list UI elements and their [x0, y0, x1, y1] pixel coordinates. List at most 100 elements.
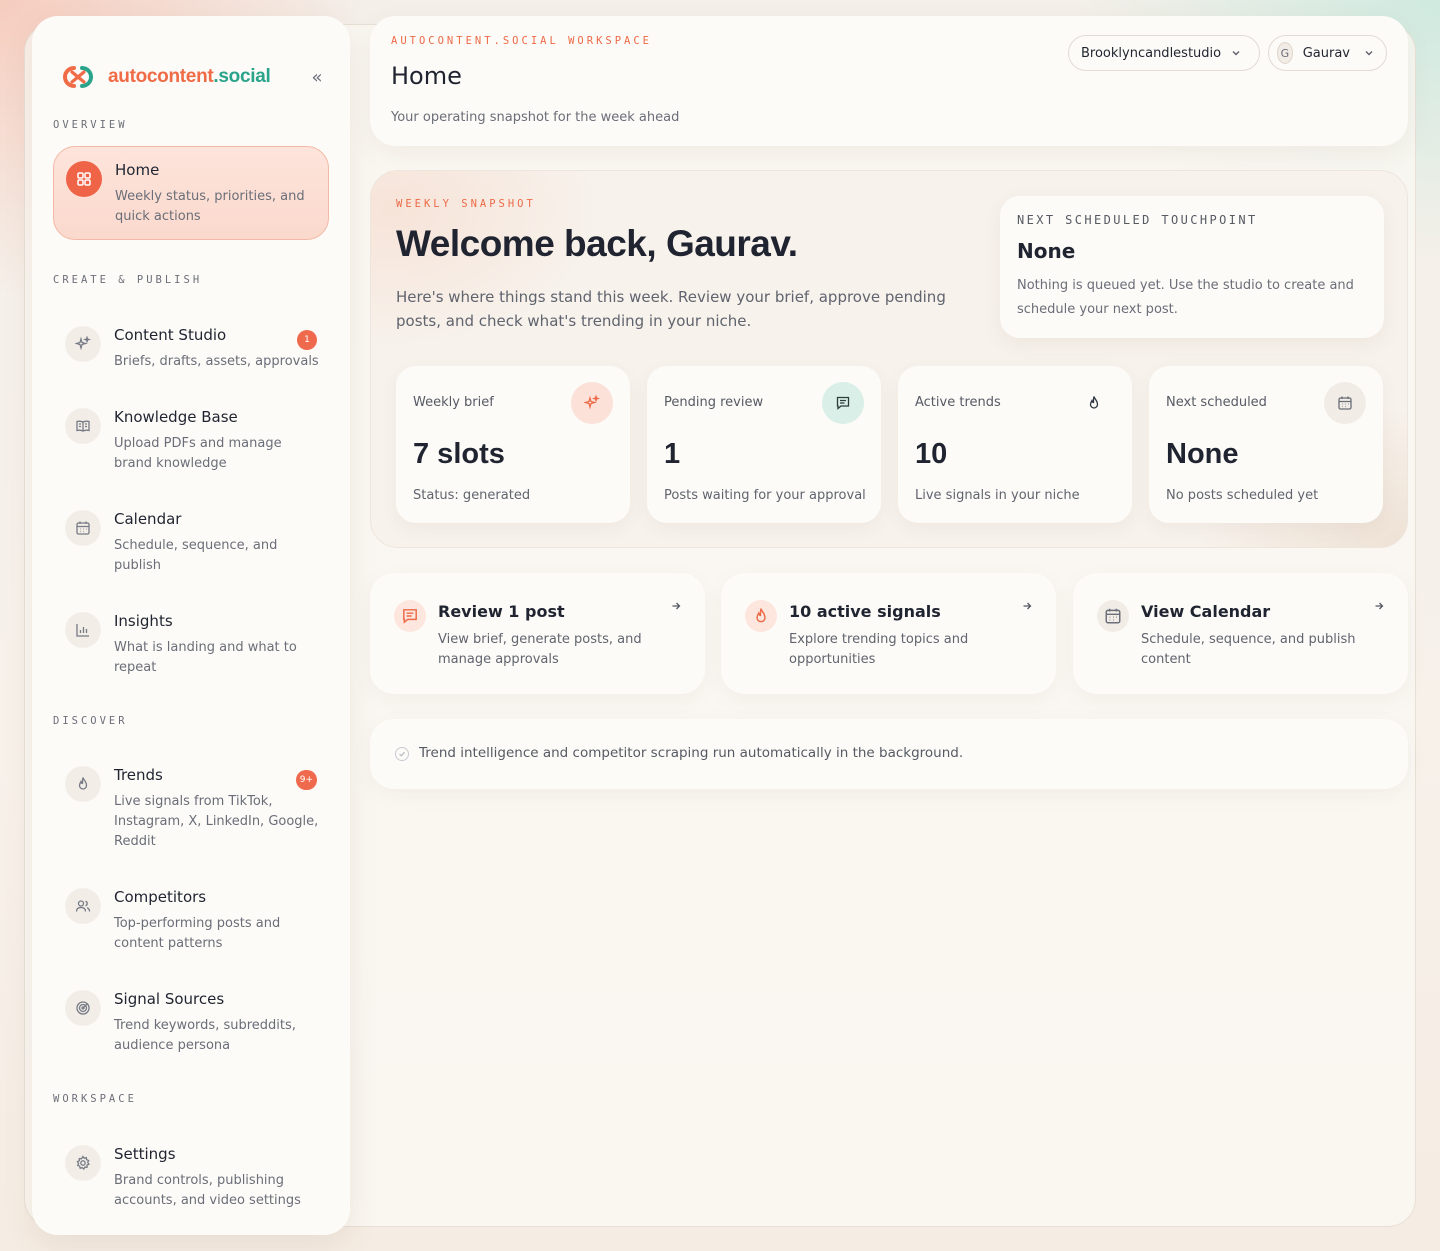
stat-card-pending-review[interactable]: Pending review 1 Posts waiting for your … — [647, 366, 881, 523]
users-icon — [65, 888, 101, 924]
sidebar-item-desc: What is landing and what to repeat — [114, 640, 297, 675]
user-menu[interactable]: G Gaurav — [1268, 35, 1387, 71]
sidebar-item-desc: Top-performing posts and content pattern… — [114, 916, 281, 951]
action-title: View Calendar — [1141, 602, 1271, 621]
page-subtitle: Your operating snapshot for the week ahe… — [391, 110, 680, 125]
logo-mark-icon — [60, 63, 96, 91]
collapse-sidebar-button[interactable]: « — [304, 64, 330, 90]
stat-label: Active trends — [915, 395, 1001, 410]
sidebar-item-calendar[interactable]: Calendar Schedule, sequence, and publish — [53, 496, 329, 590]
sidebar-item-title: Calendar — [114, 510, 182, 528]
brand-logo[interactable]: autocontent.social « — [60, 62, 330, 92]
user-name: Gaurav — [1302, 45, 1350, 61]
section-label-overview: OVERVIEW — [53, 119, 128, 131]
stat-label: Weekly brief — [413, 395, 494, 410]
stat-sub: Live signals in your niche — [915, 488, 1080, 503]
sidebar-item-desc: Trend keywords, subreddits, audience per… — [114, 1018, 296, 1053]
stat-value: 10 — [915, 438, 948, 470]
section-label-workspace: WORKSPACE — [53, 1093, 137, 1105]
book-icon — [65, 408, 101, 444]
stat-label: Next scheduled — [1166, 395, 1267, 410]
sidebar-item-home[interactable]: Home Weekly status, priorities, and quic… — [53, 146, 329, 240]
arrow-right-icon — [1022, 601, 1032, 611]
arrow-right-icon — [671, 601, 681, 611]
notification-badge: 9+ — [295, 770, 317, 790]
notification-badge: 1 — [297, 330, 317, 350]
message-icon — [394, 600, 426, 632]
section-label-create: CREATE & PUBLISH — [53, 274, 203, 286]
sidebar-item-title: Settings — [114, 1145, 176, 1163]
snapshot-eyebrow: WEEKLY SNAPSHOT — [396, 198, 536, 210]
stat-sub: Status: generated — [413, 488, 531, 503]
action-desc: View brief, generate posts, and manage a… — [438, 632, 642, 667]
calendar-icon — [1097, 600, 1129, 632]
sidebar-item-desc: Briefs, drafts, assets, approvals — [114, 354, 319, 369]
sidebar-item-knowledge-base[interactable]: Knowledge Base Upload PDFs and manage br… — [53, 394, 329, 488]
stat-value: None — [1166, 438, 1239, 470]
sidebar-item-desc: Upload PDFs and manage brand knowledge — [114, 436, 282, 471]
welcome-heading: Welcome back, Gaurav. — [396, 223, 798, 264]
stat-value: 1 — [664, 438, 681, 470]
arrow-right-icon — [1374, 601, 1384, 611]
touchpoint-label: NEXT SCHEDULED TOUCHPOINT — [1017, 213, 1258, 227]
review-post-card[interactable]: Review 1 post View brief, generate posts… — [370, 573, 705, 694]
grid-icon — [66, 161, 102, 197]
sparkle-icon — [571, 382, 613, 424]
stat-label: Pending review — [664, 395, 764, 410]
view-calendar-card[interactable]: View Calendar Schedule, sequence, and pu… — [1073, 573, 1408, 694]
sidebar-item-desc: Schedule, sequence, and publish — [114, 538, 278, 573]
sidebar-item-title: Knowledge Base — [114, 408, 238, 426]
workspace-select-value: Brooklyncandlestudio — [1081, 45, 1222, 61]
sidebar-item-content-studio[interactable]: Content Studio Briefs, drafts, assets, a… — [53, 312, 329, 384]
sidebar-item-title: Content Studio — [114, 326, 227, 344]
message-icon — [822, 382, 864, 424]
touchpoint-desc: Nothing is queued yet. Use the studio to… — [1017, 278, 1354, 317]
weekly-snapshot-panel: WEEKLY SNAPSHOT Welcome back, Gaurav. He… — [370, 170, 1408, 548]
sidebar-item-title: Trends — [114, 766, 163, 784]
action-desc: Explore trending topics and opportunitie… — [789, 632, 969, 667]
sidebar-item-title: Signal Sources — [114, 990, 225, 1008]
background-jobs-notice: Trend intelligence and competitor scrapi… — [370, 719, 1408, 789]
sidebar-item-desc: Brand controls, publishing accounts, and… — [114, 1173, 301, 1208]
stat-card-active-trends[interactable]: Active trends 10 Live signals in your ni… — [898, 366, 1132, 523]
sidebar-item-title: Insights — [114, 612, 173, 630]
stat-card-weekly-brief[interactable]: Weekly brief 7 slots Status: generated — [396, 366, 630, 523]
action-title: 10 active signals — [789, 602, 941, 621]
calendar-icon — [1324, 382, 1366, 424]
sidebar-item-title: Home — [115, 161, 160, 179]
bar-chart-icon — [65, 612, 101, 648]
stat-card-next-scheduled[interactable]: Next scheduled None No posts scheduled y… — [1149, 366, 1383, 523]
stat-value: 7 slots — [413, 438, 505, 470]
sidebar-item-competitors[interactable]: Competitors Top-performing posts and con… — [53, 874, 329, 968]
page-title: Home — [391, 62, 462, 90]
action-title: Review 1 post — [438, 602, 565, 621]
chevron-down-icon — [1364, 48, 1374, 58]
sidebar-item-desc: Live signals from TikTok, Instagram, X, … — [114, 794, 319, 849]
workspace-eyebrow: AUTOCONTENT.SOCIAL WORKSPACE — [391, 35, 653, 47]
notice-text: Trend intelligence and competitor scrapi… — [419, 745, 964, 761]
section-label-discover: DISCOVER — [53, 715, 128, 727]
chevron-down-icon — [1231, 48, 1241, 58]
workspace-select[interactable]: Brooklyncandlestudio — [1068, 35, 1260, 71]
flame-icon — [745, 600, 777, 632]
welcome-intro: Here's where things stand this week. Rev… — [396, 288, 946, 330]
gear-icon — [65, 1145, 101, 1181]
flame-icon — [65, 766, 101, 802]
sidebar-item-title: Competitors — [114, 888, 207, 906]
sidebar-item-settings[interactable]: Settings Brand controls, publishing acco… — [53, 1131, 329, 1225]
flame-icon — [1073, 382, 1115, 424]
sidebar-item-signal-sources[interactable]: Signal Sources Trend keywords, subreddit… — [53, 976, 329, 1070]
touchpoint-value: None — [1017, 239, 1076, 263]
brand-name: autocontent.social — [108, 66, 271, 87]
page-header: AUTOCONTENT.SOCIAL WORKSPACE Home Your o… — [370, 16, 1408, 146]
radar-icon — [65, 990, 101, 1026]
next-touchpoint-card: NEXT SCHEDULED TOUCHPOINT None Nothing i… — [1000, 196, 1384, 338]
active-signals-card[interactable]: 10 active signals Explore trending topic… — [721, 573, 1056, 694]
sidebar-item-insights[interactable]: Insights What is landing and what to rep… — [53, 598, 329, 692]
check-circle-icon — [395, 747, 409, 761]
action-desc: Schedule, sequence, and publish content — [1141, 632, 1356, 667]
sidebar-item-desc: Weekly status, priorities, and quick act… — [115, 189, 305, 224]
avatar: G — [1277, 42, 1293, 64]
sidebar-item-trends[interactable]: Trends Live signals from TikTok, Instagr… — [53, 752, 329, 866]
stat-sub: No posts scheduled yet — [1166, 488, 1319, 503]
